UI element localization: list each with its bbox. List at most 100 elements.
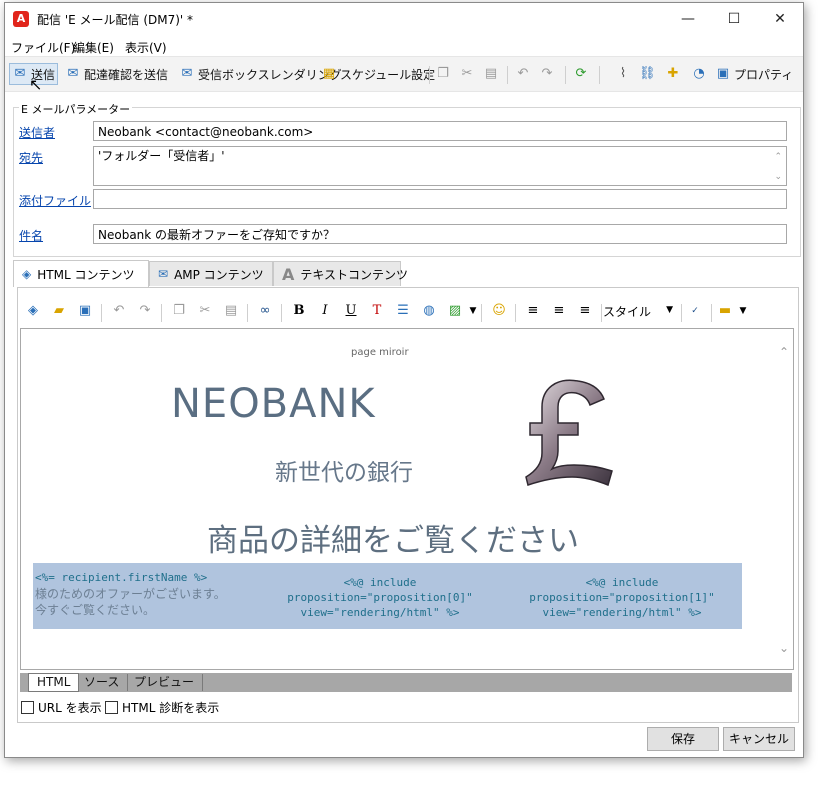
show-url-checkbox[interactable]: URL を表示 — [21, 699, 102, 716]
toolbar-divider — [247, 304, 248, 322]
toolbar-divider — [481, 304, 482, 322]
adobe-app-icon: A — [13, 11, 29, 27]
underline-icon[interactable]: U — [341, 301, 361, 321]
maximize-button[interactable]: ☐ — [711, 3, 757, 35]
menu-edit[interactable]: 編集(E) — [73, 39, 114, 56]
align-center-icon[interactable]: ≡ — [549, 301, 569, 321]
attachment-link[interactable]: 添付ファイル — [19, 192, 91, 209]
editor-view-tabs: HTML ソース プレビュー — [20, 673, 792, 692]
personalization-icon[interactable]: ▬ — [715, 301, 735, 321]
scroll-up-icon[interactable]: ⌃ — [774, 148, 782, 166]
link-icon[interactable]: ⛓ — [639, 64, 658, 84]
main-toolbar: ✉ 送信 ✉ 配達確認を送信 ✉ 受信ボックスレンダリング ▦ スケジュール設定… — [5, 56, 803, 92]
new-html-icon[interactable]: ◈ — [23, 301, 43, 321]
redo-icon[interactable]: ↷ — [135, 301, 155, 321]
recipient-firstname-tag: <%= recipient.firstName %> — [35, 571, 208, 584]
bold-icon[interactable]: B — [289, 301, 309, 321]
paste-icon[interactable]: ▤ — [221, 301, 241, 321]
envelope-check-icon: ✉ — [181, 66, 193, 81]
mirror-page-link[interactable]: page miroir — [351, 347, 409, 358]
style-dropdown[interactable]: スタイル ▼ — [603, 303, 675, 321]
chevron-down-icon: ▼ — [666, 305, 673, 315]
scroll-down-icon[interactable]: ⌄ — [774, 168, 782, 186]
offer-icon[interactable]: ◔ — [691, 64, 710, 84]
envelope-icon: ✉ — [14, 66, 26, 81]
delivery-window: A 配信 'E メール配信 (DM7)' * — ☐ ✕ ファイル(F) 編集(… — [4, 2, 804, 758]
toolbar-divider — [101, 304, 102, 322]
align-left-icon[interactable]: ≡ — [523, 301, 543, 321]
offer-text-line: 今すぐご覧ください。 — [35, 603, 156, 617]
amp-icon: ✉ — [158, 267, 169, 281]
subject-link[interactable]: 件名 — [19, 227, 43, 244]
copy-icon[interactable]: ❐ — [435, 64, 454, 84]
to-link[interactable]: 宛先 — [19, 149, 43, 166]
attachment-icon[interactable]: ⌇ — [615, 64, 634, 84]
italic-icon[interactable]: I — [315, 301, 335, 321]
tab-source[interactable]: ソース — [76, 674, 129, 691]
show-html-diagnostic-checkbox[interactable]: HTML 診断を表示 — [105, 699, 219, 716]
personalization-dropdown-icon[interactable]: ▼ — [733, 301, 753, 321]
redo-icon[interactable]: ↷ — [539, 64, 558, 84]
insert-link-icon[interactable]: ◍ — [419, 301, 439, 321]
menu-file[interactable]: ファイル(F) — [11, 39, 75, 56]
bullet-list-icon[interactable]: ☰ — [393, 301, 413, 321]
tab-html-content[interactable]: ◈ HTML コンテンツ — [13, 260, 149, 287]
envelope-check-icon: ✉ — [67, 66, 79, 81]
insert-image-icon[interactable]: ▨ — [445, 301, 465, 321]
find-binoculars-icon[interactable]: ∞ — [255, 301, 275, 321]
offer-block: <%= recipient.firstName %> 様のためのオファーがござい… — [33, 563, 742, 629]
subject-field[interactable]: Neobank の最新オファーをご存知ですか？ — [93, 224, 787, 244]
image-dropdown-icon[interactable]: ▼ — [463, 301, 483, 321]
text-color-icon[interactable]: T — [367, 301, 387, 321]
spellcheck-icon[interactable]: ✓ — [685, 301, 705, 321]
menu-view[interactable]: 表示(V) — [125, 39, 167, 56]
toolbar-divider — [515, 304, 516, 322]
send-proof-button[interactable]: ✉ 配達確認を送信 — [65, 64, 168, 84]
copy-icon[interactable]: ❐ — [169, 301, 189, 321]
checkbox-box — [21, 701, 34, 714]
save-disk-icon[interactable]: ▣ — [75, 301, 95, 321]
toolbar-divider — [599, 66, 600, 84]
open-folder-icon[interactable]: ▰ — [49, 301, 69, 321]
close-button[interactable]: ✕ — [757, 3, 803, 35]
details-heading: 商品の詳細をご覧ください — [207, 523, 579, 559]
tab-amp-content[interactable]: ✉ AMP コンテンツ — [149, 261, 273, 286]
save-button[interactable]: 保存 — [647, 727, 719, 751]
scroll-up-icon[interactable]: ⌃ — [779, 345, 789, 359]
checkbox-box — [105, 701, 118, 714]
proposition-include-1: <%@ include proposition="proposition[1]"… — [529, 576, 715, 619]
email-parameters-legend: E メールパラメーター — [19, 101, 133, 117]
cut-icon[interactable]: ✂ — [195, 301, 215, 321]
toolbar-divider — [161, 304, 162, 322]
toolbar-divider — [507, 66, 508, 84]
from-link[interactable]: 送信者 — [19, 124, 55, 141]
properties-button[interactable]: ▣ プロパティ — [715, 64, 793, 84]
refresh-icon[interactable]: ⟳ — [573, 64, 592, 84]
paste-icon[interactable]: ▤ — [483, 64, 502, 84]
undo-icon[interactable]: ↶ — [515, 64, 534, 84]
toolbar-divider — [429, 66, 430, 84]
scroll-down-icon[interactable]: ⌄ — [779, 641, 789, 655]
calendar-icon: ▦ — [322, 66, 336, 81]
from-field[interactable]: Neobank <contact@neobank.com> — [93, 121, 787, 141]
tab-html[interactable]: HTML — [28, 673, 80, 692]
offer-text-line: 様のためのオファーがございます。 — [35, 587, 226, 601]
align-right-icon[interactable]: ≡ — [575, 301, 595, 321]
tab-preview[interactable]: プレビュー — [126, 674, 204, 691]
cancel-button[interactable]: キャンセル — [723, 727, 795, 751]
to-field[interactable]: 'フォルダー「受信者」' ⌃ ⌄ — [93, 146, 787, 186]
attachment-field[interactable] — [93, 189, 787, 209]
undo-icon[interactable]: ↶ — [109, 301, 129, 321]
html-icon: ◈ — [22, 267, 32, 281]
minimize-button[interactable]: — — [665, 3, 711, 35]
gift-icon[interactable]: ✚ — [665, 64, 684, 84]
emoji-icon[interactable]: ☺ — [489, 301, 509, 321]
clipboard-icon: ▣ — [716, 66, 730, 81]
cut-icon[interactable]: ✂ — [459, 64, 478, 84]
inbox-rendering-button[interactable]: ✉ 受信ボックスレンダリング — [179, 64, 342, 84]
tab-text-content[interactable]: A テキストコンテンツ — [273, 261, 408, 286]
html-editor-preview[interactable]: ⌃ ⌄ page miroir NEOBANK 新世代の銀行 商品の詳細をご覧く… — [20, 328, 794, 670]
menu-bar: ファイル(F) 編集(E) 表示(V) — [5, 35, 803, 55]
window-title: 配信 'E メール配信 (DM7)' * — [37, 13, 194, 27]
schedule-button[interactable]: ▦ スケジュール設定 — [321, 64, 435, 84]
